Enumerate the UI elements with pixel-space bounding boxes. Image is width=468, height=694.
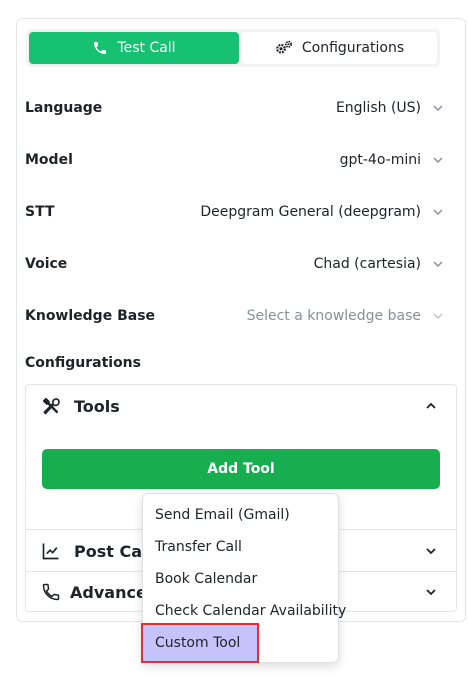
- stt-label: STT: [25, 204, 55, 220]
- voice-select[interactable]: Chad (cartesia): [314, 256, 445, 272]
- chevron-down-icon: [433, 157, 443, 164]
- model-select[interactable]: gpt-4o-mini: [340, 152, 445, 168]
- tools-icon: [42, 397, 60, 415]
- add-tool-button[interactable]: Add Tool: [42, 449, 440, 489]
- voice-label: Voice: [25, 256, 68, 272]
- language-select[interactable]: English (US): [336, 100, 445, 116]
- tab-configurations-label: Configurations: [301, 40, 405, 56]
- chevron-down-icon: [433, 313, 443, 320]
- tab-test-call-label: Test Call: [117, 40, 176, 56]
- menu-item-transfer-call[interactable]: Transfer Call: [143, 531, 338, 563]
- language-value: English (US): [335, 100, 421, 116]
- menu-item-send-email[interactable]: Send Email (Gmail): [143, 499, 338, 531]
- tab-bar: Test Call Configurations: [26, 29, 440, 67]
- tab-configurations[interactable]: Configurations: [242, 32, 437, 64]
- add-tool-menu: Send Email (Gmail) Transfer Call Book Ca…: [141, 493, 346, 663]
- model-row: Model gpt-4o-mini: [25, 145, 445, 175]
- model-label: Model: [25, 152, 73, 168]
- voice-value: Chad (cartesia): [313, 256, 421, 272]
- language-row: Language English (US): [25, 93, 445, 123]
- chevron-down-icon: [426, 589, 436, 596]
- chevron-down-icon: [433, 105, 443, 112]
- knowledge-base-select[interactable]: Select a knowledge base: [247, 308, 445, 324]
- chevron-up-icon: [426, 402, 436, 409]
- stt-value: Deepgram General (deepgram): [200, 204, 421, 220]
- tools-accordion-header[interactable]: Tools: [26, 385, 456, 427]
- chevron-down-icon: [426, 548, 436, 555]
- stt-row: STT Deepgram General (deepgram): [25, 197, 445, 227]
- tab-test-call[interactable]: Test Call: [29, 32, 239, 64]
- gears-icon: [276, 40, 292, 54]
- language-label: Language: [25, 100, 103, 116]
- phone-outline-icon: [42, 583, 60, 601]
- knowledge-base-placeholder: Select a knowledge base: [246, 308, 421, 324]
- knowledge-base-row: Knowledge Base Select a knowledge base: [25, 301, 445, 331]
- chevron-down-icon: [433, 261, 443, 268]
- phone-icon: [94, 42, 107, 54]
- voice-row: Voice Chad (cartesia): [25, 249, 445, 279]
- menu-item-custom-tool[interactable]: Custom Tool: [141, 623, 259, 663]
- model-value: gpt-4o-mini: [339, 152, 421, 168]
- configurations-heading: Configurations: [25, 355, 141, 371]
- line-chart-icon: [42, 543, 59, 560]
- knowledge-base-label: Knowledge Base: [25, 308, 156, 324]
- tools-label: Tools: [74, 396, 120, 416]
- stt-select[interactable]: Deepgram General (deepgram): [200, 204, 445, 220]
- menu-item-book-calendar[interactable]: Book Calendar: [143, 563, 338, 595]
- chevron-down-icon: [433, 209, 443, 216]
